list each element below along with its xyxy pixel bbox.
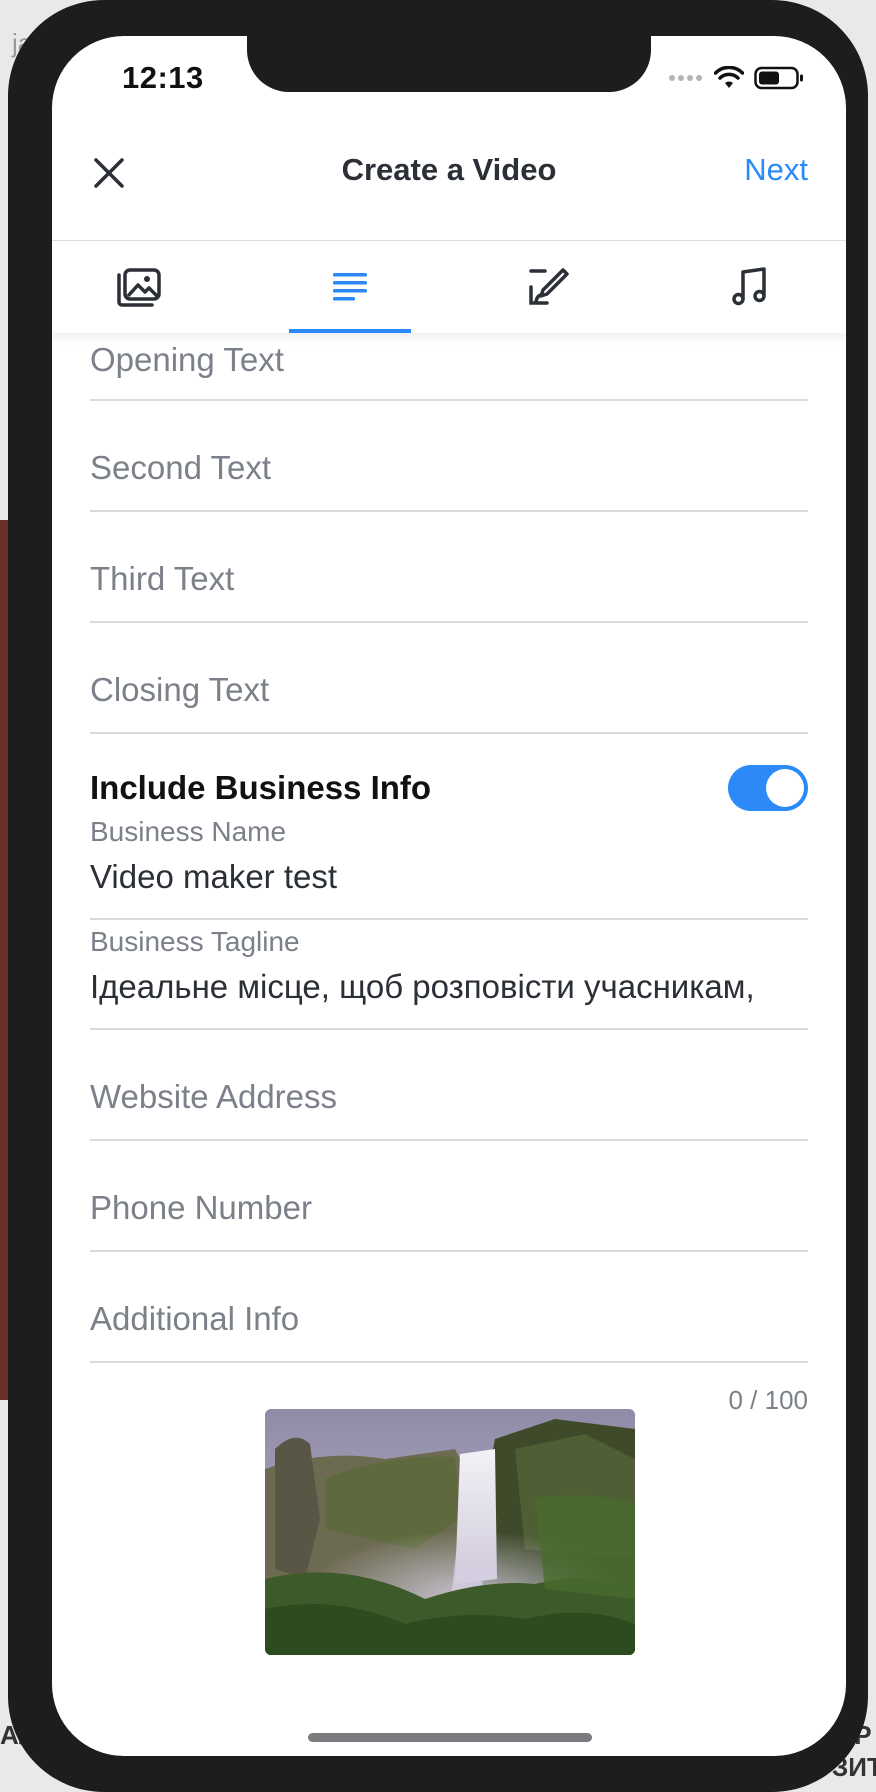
phone-frame: 12:13 Create a Video Next Opening Text S… [8,0,868,1792]
page-title: Create a Video [341,152,557,187]
tab-text[interactable] [290,241,410,333]
phone-number-field[interactable]: Phone Number [90,1141,808,1252]
closing-text-field[interactable]: Closing Text [90,623,808,734]
business-info-toggle[interactable] [728,765,808,811]
business-tagline-label: Business Tagline [90,926,300,957]
brush-edit-icon [529,268,569,305]
next-button[interactable]: Next [744,152,808,188]
business-info-title: Include Business Info [90,769,432,806]
text-lines-icon [333,273,367,301]
music-note-icon [732,267,766,306]
second-text-placeholder: Second Text [90,449,272,486]
toggle-knob [766,769,804,807]
business-tagline-value: Ідеальне місце, щоб розповісти учасникам… [90,968,755,1005]
phone-number-placeholder: Phone Number [90,1189,312,1226]
status-icons [668,64,804,92]
opening-text-placeholder: Opening Text [90,341,284,378]
battery-icon [754,66,803,90]
nav-bar: Create a Video Next [52,122,846,241]
additional-info-field[interactable]: Additional Info [90,1252,808,1363]
image-gallery-icon [117,268,161,307]
video-thumbnail-image[interactable] [265,1409,635,1655]
status-time: 12:13 [122,60,204,95]
business-name-label: Business Name [90,816,287,847]
business-name-field[interactable]: Business Name Video maker test [90,812,808,920]
website-address-placeholder: Website Address [90,1078,338,1115]
business-name-value: Video maker test [90,858,338,895]
app-screen: 12:13 Create a Video Next Opening Text S… [52,36,846,1756]
tab-media[interactable] [78,241,198,333]
additional-info-placeholder: Additional Info [90,1300,300,1337]
website-address-field[interactable]: Website Address [90,1030,808,1141]
third-text-placeholder: Third Text [90,560,235,597]
home-indicator [308,1733,592,1742]
third-text-field[interactable]: Third Text [90,512,808,623]
cellular-signal-icon [669,75,702,81]
tab-style[interactable] [488,241,608,333]
opening-text-field[interactable]: Opening Text [90,333,808,401]
waterfall-landscape-image [265,1409,635,1655]
wifi-icon [714,66,744,88]
character-counter: 0 / 100 [728,1385,808,1415]
active-tab-indicator [289,329,411,333]
tab-music[interactable] [690,241,810,333]
business-tagline-field[interactable]: Business Tagline Ідеальне місце, щоб роз… [90,920,808,1030]
closing-text-placeholder: Closing Text [90,671,270,708]
device-notch [247,36,651,92]
second-text-field[interactable]: Second Text [90,401,808,512]
background-page-strip [0,520,8,1400]
editor-tabs [52,241,846,333]
